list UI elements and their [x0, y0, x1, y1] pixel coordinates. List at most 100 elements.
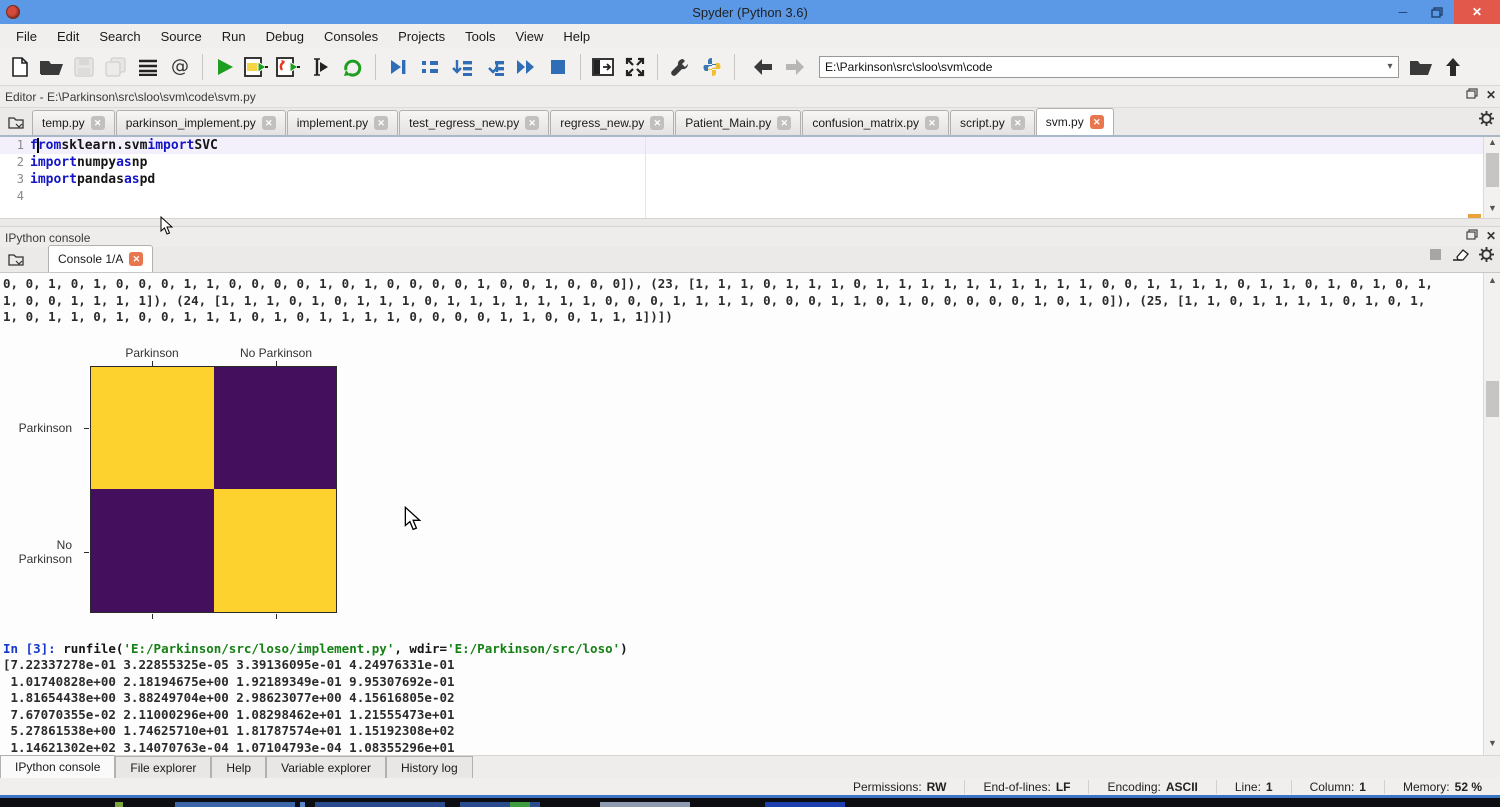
new-file-icon[interactable] — [4, 52, 36, 82]
step-over-icon[interactable] — [414, 52, 446, 82]
python-logo-icon[interactable] — [696, 52, 728, 82]
eraser-icon[interactable] — [1452, 248, 1469, 266]
heatmap-cell — [214, 489, 337, 612]
status-column: Column:1 — [1291, 780, 1384, 794]
close-tab-icon[interactable]: ✕ — [129, 252, 143, 266]
forward-icon[interactable] — [779, 52, 811, 82]
editor-tab-implement.py[interactable]: implement.py✕ — [287, 110, 398, 135]
code-line[interactable]: 1from sklearn.svm import SVC — [0, 137, 1500, 154]
menu-view[interactable]: View — [505, 26, 553, 47]
close-tab-icon[interactable]: ✕ — [650, 116, 664, 130]
working-directory-value[interactable]: E:\Parkinson\src\sloo\svm\code — [820, 60, 1382, 74]
plugin-tab-history-log[interactable]: History log — [386, 756, 473, 778]
save-all-icon[interactable] — [100, 52, 132, 82]
close-tab-icon[interactable]: ✕ — [91, 116, 105, 130]
chevron-down-icon[interactable]: ▾ — [1382, 61, 1398, 72]
run-selection-icon[interactable] — [305, 52, 337, 82]
console-options-gear-icon[interactable] — [1479, 247, 1494, 267]
close-tab-icon[interactable]: ✕ — [262, 116, 276, 130]
plugin-tab-variable-explorer[interactable]: Variable explorer — [266, 756, 386, 778]
step-into-icon[interactable] — [446, 52, 478, 82]
editor-scrollbar[interactable]: ▲ ▼ — [1483, 137, 1500, 218]
browse-tabs-icon[interactable] — [2, 247, 30, 271]
minimize-icon[interactable]: ─ — [1386, 0, 1420, 24]
step-return-icon[interactable] — [478, 52, 510, 82]
code-token: import — [147, 137, 194, 154]
editor-tab-temp.py[interactable]: temp.py✕ — [32, 110, 115, 135]
menu-search[interactable]: Search — [89, 26, 150, 47]
back-icon[interactable] — [747, 52, 779, 82]
stop-icon[interactable] — [542, 52, 574, 82]
menu-tools[interactable]: Tools — [455, 26, 505, 47]
rerun-cell-icon[interactable] — [337, 52, 369, 82]
browse-tabs-icon[interactable] — [2, 110, 30, 134]
status-value: 52 % — [1455, 780, 1482, 794]
toolbar-separator — [375, 54, 376, 80]
maximize-pane-icon[interactable] — [587, 52, 619, 82]
close-pane-icon[interactable]: ✕ — [1486, 229, 1496, 243]
editor-tab-regress_new.py[interactable]: regress_new.py✕ — [550, 110, 674, 135]
pane-splitter[interactable] — [0, 218, 1500, 227]
symbol-finder-icon[interactable]: @ — [164, 52, 196, 82]
working-directory-combobox[interactable]: E:\Parkinson\src\sloo\svm\code▾ — [819, 56, 1399, 78]
menu-debug[interactable]: Debug — [256, 26, 314, 47]
editor-tab-Patient_Main.py[interactable]: Patient_Main.py✕ — [675, 110, 801, 135]
menu-consoles[interactable]: Consoles — [314, 26, 388, 47]
close-pane-icon[interactable]: ✕ — [1486, 88, 1496, 102]
maximize-icon[interactable] — [1420, 0, 1454, 24]
toolbar-separator — [580, 54, 581, 80]
parent-dir-icon[interactable] — [1437, 52, 1469, 82]
scroll-down-icon[interactable]: ▼ — [1484, 738, 1500, 753]
console-output[interactable]: 0, 0, 1, 0, 1, 0, 0, 0, 1, 1, 0, 0, 0, 0… — [0, 273, 1500, 755]
run-cell-icon[interactable] — [241, 52, 273, 82]
close-tab-icon[interactable]: ✕ — [1090, 115, 1104, 129]
open-dir-icon[interactable] — [1405, 52, 1437, 82]
undock-icon[interactable] — [1466, 229, 1478, 243]
menu-edit[interactable]: Edit — [47, 26, 89, 47]
debug-icon[interactable] — [382, 52, 414, 82]
undock-icon[interactable] — [1466, 88, 1478, 102]
interrupt-kernel-icon[interactable] — [1429, 248, 1442, 266]
file-switcher-icon[interactable] — [132, 52, 164, 82]
code-line[interactable]: 4 — [0, 188, 1500, 205]
editor-tab-confusion_matrix.py[interactable]: confusion_matrix.py ✕ — [802, 110, 949, 135]
scroll-down-icon[interactable]: ▼ — [1484, 203, 1500, 218]
close-tab-icon[interactable]: ✕ — [925, 116, 939, 130]
editor-tab-svm.py[interactable]: svm.py✕ — [1036, 108, 1114, 135]
continue-icon[interactable] — [510, 52, 542, 82]
menu-file[interactable]: File — [6, 26, 47, 47]
plugin-tab-ipython-console[interactable]: IPython console — [0, 755, 115, 778]
scroll-up-icon[interactable]: ▲ — [1484, 275, 1500, 290]
console-scrollbar[interactable]: ▲ ▼ — [1483, 273, 1500, 755]
save-icon[interactable] — [68, 52, 100, 82]
code-token: as — [116, 154, 132, 171]
run-cell-advance-icon[interactable] — [273, 52, 305, 82]
editor-options-gear-icon[interactable] — [1479, 111, 1494, 131]
editor-tab-test_regress_new.py[interactable]: test_regress_new.py✕ — [399, 110, 549, 135]
fullscreen-icon[interactable] — [619, 52, 651, 82]
editor-tab-script.py[interactable]: script.py✕ — [950, 110, 1035, 135]
close-tab-icon[interactable]: ✕ — [374, 116, 388, 130]
code-editor[interactable]: 1from sklearn.svm import SVC2import nump… — [0, 137, 1500, 218]
scroll-up-icon[interactable]: ▲ — [1484, 137, 1500, 152]
close-tab-icon[interactable]: ✕ — [525, 116, 539, 130]
plugin-tab-file-explorer[interactable]: File explorer — [115, 756, 211, 778]
preferences-icon[interactable] — [664, 52, 696, 82]
close-icon[interactable]: ✕ — [1454, 0, 1500, 24]
menu-help[interactable]: Help — [553, 26, 600, 47]
editor-tab-parkinson_implement.py[interactable]: parkinson_implement.py✕ — [116, 110, 286, 135]
close-tab-icon[interactable]: ✕ — [777, 116, 791, 130]
console-tab[interactable]: Console 1/A ✕ — [48, 245, 153, 272]
plugin-tab-help[interactable]: Help — [211, 756, 266, 778]
run-icon[interactable] — [209, 52, 241, 82]
code-line[interactable]: 3import pandas as pd — [0, 171, 1500, 188]
editor-scroll-thumb[interactable] — [1486, 153, 1499, 187]
menu-source[interactable]: Source — [151, 26, 212, 47]
menu-projects[interactable]: Projects — [388, 26, 455, 47]
close-tab-icon[interactable]: ✕ — [1011, 116, 1025, 130]
menu-run[interactable]: Run — [212, 26, 256, 47]
code-line[interactable]: 2import numpy as np — [0, 154, 1500, 171]
tab-label: confusion_matrix.py — [812, 116, 919, 130]
open-file-icon[interactable] — [36, 52, 68, 82]
console-scroll-thumb[interactable] — [1486, 381, 1499, 417]
